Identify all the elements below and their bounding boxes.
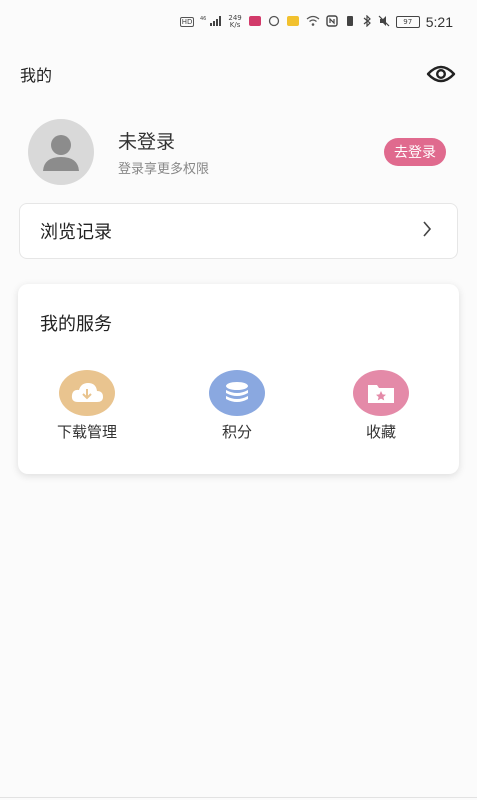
network-speed: 249 K/s	[228, 15, 241, 29]
browse-history-row[interactable]: 浏览记录	[19, 203, 458, 259]
coins-stack-icon	[209, 370, 265, 416]
service-favorites[interactable]: 收藏	[336, 370, 426, 442]
folder-star-icon	[353, 370, 409, 416]
app-notification-icon	[248, 15, 262, 30]
eye-icon[interactable]	[425, 58, 457, 90]
signal-icon: 46	[200, 15, 222, 30]
profile-name: 未登录	[118, 131, 176, 153]
profile-subtitle: 登录享更多权限	[118, 162, 210, 177]
page-title: 我的	[20, 66, 53, 85]
profile-text: 未登录 登录享更多权限	[118, 127, 384, 177]
nfc-icon	[326, 14, 338, 30]
status-time: 5:21	[425, 14, 453, 30]
user-silhouette-icon	[43, 135, 79, 171]
chevron-right-icon	[421, 220, 433, 242]
header: 我的	[0, 52, 477, 96]
wifi-icon	[306, 15, 320, 30]
service-label: 收藏	[365, 423, 396, 441]
services-card: 我的服务 下载管理 积分 收藏	[18, 284, 459, 474]
service-points[interactable]: 积分	[192, 370, 282, 442]
service-label: 积分	[221, 423, 252, 441]
login-button[interactable]: 去登录	[384, 138, 446, 166]
avatar[interactable]	[28, 119, 94, 185]
bluetooth-icon	[362, 14, 372, 30]
status-bar: HD 46 249 K/s 97 5:21	[0, 0, 477, 44]
browse-history-label: 浏览记录	[40, 222, 112, 243]
hd-icon: HD	[179, 17, 195, 27]
network-type-label: 46	[200, 16, 206, 22]
network-speed-unit: K/s	[229, 21, 241, 29]
vibrate-icon	[344, 15, 356, 30]
cloud-download-icon	[59, 370, 115, 416]
profile-section[interactable]: 未登录 登录享更多权限 去登录	[28, 118, 452, 186]
service-label: 下载管理	[56, 423, 117, 441]
message-icon	[286, 15, 300, 30]
mute-icon	[378, 15, 390, 30]
divider	[0, 797, 477, 798]
service-download-management[interactable]: 下载管理	[42, 370, 132, 442]
services-title: 我的服务	[40, 314, 112, 335]
battery-icon: 97	[395, 16, 420, 28]
circle-icon	[268, 15, 280, 30]
